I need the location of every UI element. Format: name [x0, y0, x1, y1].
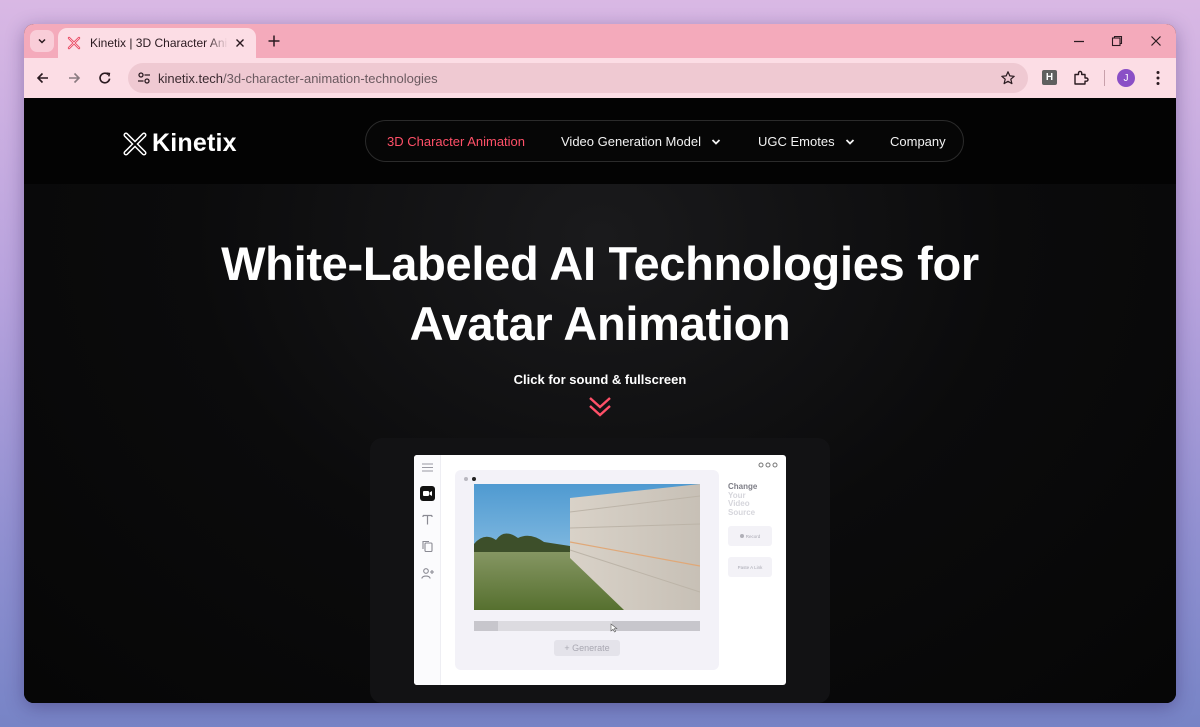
hero-title: White-Labeled AI Technologies for Avatar…: [24, 234, 1176, 354]
more-dots-icon: [758, 462, 778, 468]
site-info-tune-icon[interactable]: [136, 70, 152, 86]
hero-section: White-Labeled AI Technologies for Avatar…: [24, 184, 1176, 703]
video-source-panel: Change Your Video Source Record Paste A …: [727, 455, 786, 685]
chevron-down-icon: [38, 38, 46, 44]
extensions-puzzle-icon[interactable]: [1072, 69, 1090, 87]
main-navigation: 3D Character Animation Video Generation …: [365, 120, 964, 162]
copy-document-icon: [422, 540, 433, 553]
source-title-line4: Source: [728, 507, 756, 517]
reload-icon[interactable]: [97, 70, 113, 86]
nav-label: 3D Character Animation: [387, 134, 526, 149]
video-source-title: Change Your Video Source: [728, 482, 757, 517]
hero-title-line2: Avatar Animation: [409, 297, 791, 350]
double-chevron-down-icon[interactable]: [587, 394, 613, 420]
more-menu-icon[interactable]: [1150, 69, 1166, 87]
tab-title: Kinetix | 3D Character Animation Technol…: [90, 36, 228, 50]
url-path: /3d-character-animation-technologies: [223, 71, 438, 86]
url-text: kinetix.tech/3d-character-animation-tech…: [158, 71, 438, 86]
timeline-selection[interactable]: [498, 621, 612, 631]
minimize-icon[interactable]: [1072, 34, 1086, 48]
browser-window: Kinetix | 3D Character Animation Technol…: [24, 24, 1176, 703]
browser-toolbar: kinetix.tech/3d-character-animation-tech…: [24, 58, 1176, 98]
forward-arrow-icon[interactable]: [66, 70, 82, 86]
video-preview[interactable]: [474, 484, 700, 610]
chevron-down-icon: [711, 138, 721, 145]
logo-text: Kinetix: [152, 129, 237, 157]
bookmark-star-icon[interactable]: [1000, 70, 1016, 86]
paste-link-label: Paste A Link: [737, 564, 763, 570]
timeline-scrubber[interactable]: [474, 621, 700, 633]
nav-ugc-emotes[interactable]: UGC Emotes: [758, 134, 855, 149]
paste-link-button[interactable]: Paste A Link: [728, 557, 772, 577]
web-page: Kinetix 3D Character Animation Video Gen…: [24, 98, 1176, 703]
nav-label: UGC Emotes: [758, 134, 835, 149]
nav-label: Video Generation Model: [561, 134, 701, 149]
url-host: kinetix.tech: [158, 71, 224, 86]
window-dots-icon: [464, 477, 476, 481]
nav-video-generation-model[interactable]: Video Generation Model: [561, 134, 721, 149]
add-user-icon: [421, 568, 434, 579]
chevron-down-icon: [845, 138, 854, 145]
close-window-icon[interactable]: [1149, 34, 1163, 48]
sound-fullscreen-cta[interactable]: Click for sound & fullscreen: [24, 372, 1176, 387]
tab-close-button[interactable]: [232, 35, 248, 51]
close-icon: [236, 39, 244, 47]
text-tool-icon: [422, 514, 433, 525]
demo-video-app-screenshot[interactable]: + Generate Change Your Video Source Reco…: [414, 455, 786, 685]
kinetix-logo[interactable]: Kinetix: [122, 129, 237, 158]
app-sidebar: [414, 455, 441, 685]
new-tab-plus-icon[interactable]: [266, 33, 282, 49]
hamburger-menu-icon: [422, 463, 433, 472]
nav-label: Company: [890, 134, 946, 149]
record-label: Record: [745, 533, 761, 539]
site-header: Kinetix 3D Character Animation Video Gen…: [24, 98, 1176, 184]
warehouse-wall-scene: [474, 484, 700, 610]
cursor-pointer-icon: [610, 623, 618, 633]
kinetix-logo-icon: [123, 132, 147, 155]
profile-avatar[interactable]: J: [1117, 69, 1135, 87]
toolbar-divider: [1104, 70, 1105, 86]
app-main-panel: + Generate: [455, 470, 719, 670]
address-bar[interactable]: kinetix.tech/3d-character-animation-tech…: [128, 63, 1028, 93]
generate-button[interactable]: + Generate: [554, 640, 620, 656]
restore-icon[interactable]: [1110, 34, 1124, 48]
back-arrow-icon[interactable]: [35, 70, 51, 86]
record-dot-icon: [739, 534, 744, 538]
kinetix-favicon-icon: [67, 36, 81, 50]
tab-kinetix[interactable]: Kinetix | 3D Character Animation Technol…: [58, 28, 256, 58]
tab-strip: Kinetix | 3D Character Animation Technol…: [24, 24, 1176, 58]
extension-h-icon[interactable]: H: [1042, 70, 1057, 85]
nav-company[interactable]: Company: [890, 134, 946, 149]
video-camera-icon: [420, 486, 435, 501]
tab-search-button[interactable]: [30, 30, 54, 52]
hero-title-line1: White-Labeled AI Technologies for: [221, 237, 979, 290]
record-button[interactable]: Record: [728, 526, 772, 546]
nav-3d-character-animation[interactable]: 3D Character Animation: [387, 134, 525, 149]
